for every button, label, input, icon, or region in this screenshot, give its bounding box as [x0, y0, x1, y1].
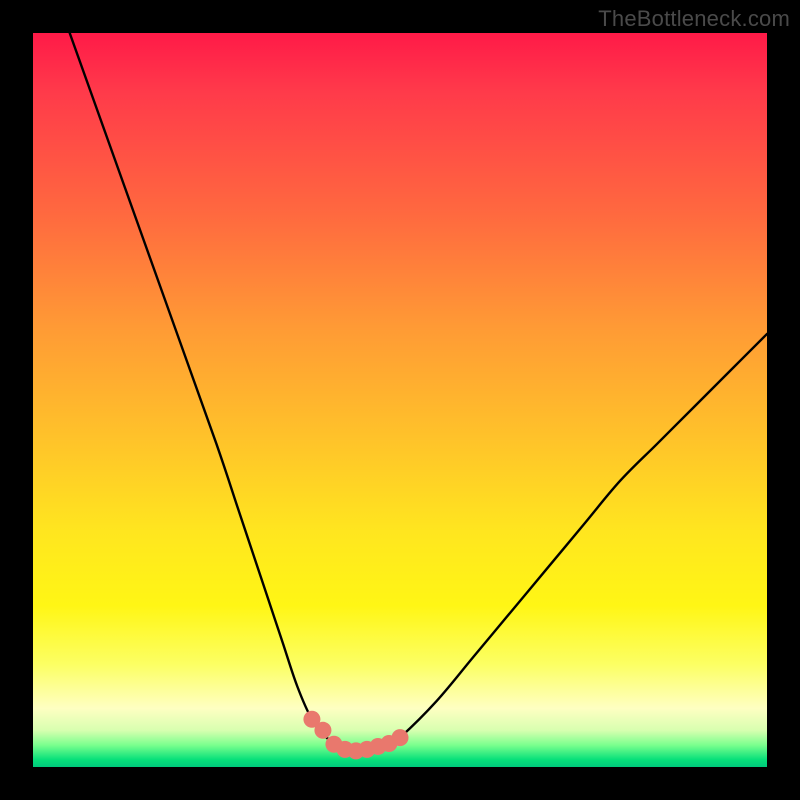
plot-area — [33, 33, 767, 767]
watermark-text: TheBottleneck.com — [598, 6, 790, 32]
marker-dot — [314, 722, 331, 739]
bottleneck-curve — [70, 33, 767, 751]
bottleneck-curve-svg — [33, 33, 767, 767]
chart-frame: TheBottleneck.com — [0, 0, 800, 800]
highlighted-range-markers — [303, 711, 408, 760]
marker-dot — [392, 729, 409, 746]
